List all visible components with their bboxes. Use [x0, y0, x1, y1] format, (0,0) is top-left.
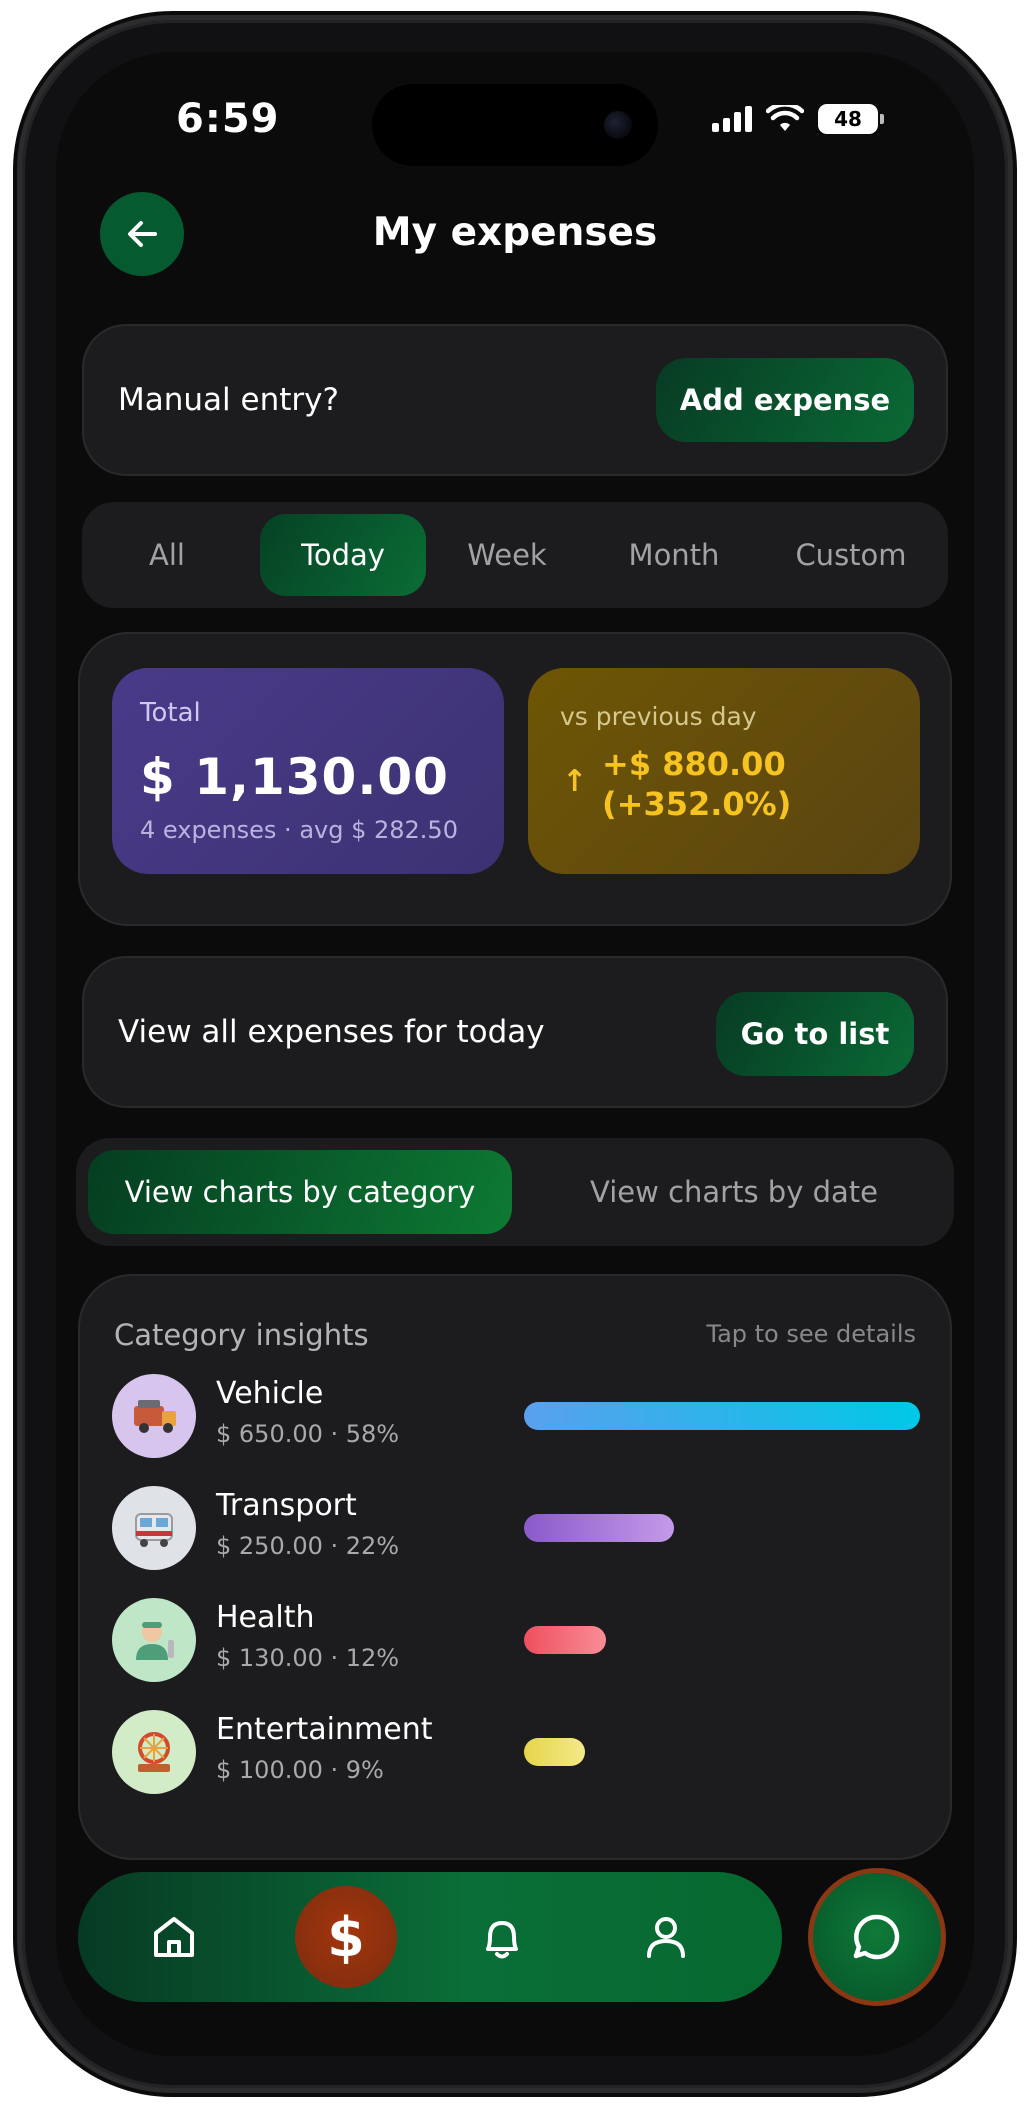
dollar-icon: $ [327, 1905, 365, 1969]
delta-percent: (+352.0%) [602, 785, 792, 823]
camera-icon [604, 111, 632, 139]
tab-charts-by-date[interactable]: View charts by date [524, 1150, 944, 1234]
signal-icon [712, 106, 752, 132]
total-value: $ 1,130.00 [140, 748, 449, 806]
status-icons: 48 [712, 104, 884, 134]
power-button [1007, 660, 1015, 900]
category-avatar [112, 1374, 196, 1458]
tab-charts-by-category[interactable]: View charts by category [88, 1150, 512, 1234]
user-icon [647, 1917, 685, 1958]
chat-button[interactable] [808, 1868, 946, 2006]
period-tab-today[interactable]: Today [260, 514, 426, 596]
wifi-icon [766, 105, 804, 131]
battery-icon: 48 [818, 104, 884, 134]
status-time: 6:59 [176, 96, 280, 142]
truck-icon [134, 1400, 176, 1433]
total-label: Total [140, 698, 201, 728]
period-tab-week[interactable]: Week [432, 514, 582, 596]
delta-value: +$ 880.00 (+352.0%) [602, 744, 791, 824]
total-meta: 4 expenses · avg $ 282.50 [140, 816, 458, 844]
category-avatar [112, 1486, 196, 1570]
category-amount: $ 130.00 · 12% [216, 1644, 400, 1672]
period-tab-custom[interactable]: Custom [764, 514, 938, 596]
period-selector: All Today Week Month Custom [82, 502, 948, 608]
nav-notifications[interactable] [462, 1897, 542, 1977]
category-row[interactable]: Health $ 130.00 · 12% [112, 1598, 920, 1684]
insights-hint[interactable]: Tap to see details [706, 1320, 916, 1348]
total-box: Total $ 1,130.00 4 expenses · avg $ 282.… [112, 668, 504, 874]
nav-home[interactable] [134, 1897, 214, 1977]
summary-card: Total $ 1,130.00 4 expenses · avg $ 282.… [78, 632, 952, 926]
arrow-up-icon: ↑ [562, 764, 588, 799]
chart-toggle: View charts by category View charts by d… [76, 1138, 954, 1246]
manual-entry-label: Manual entry? [118, 382, 339, 418]
bell-icon [486, 1921, 518, 1959]
nav-expenses[interactable]: $ [295, 1886, 397, 1988]
category-bar [524, 1626, 606, 1654]
doctor-icon [136, 1622, 174, 1660]
dynamic-island [372, 84, 658, 166]
category-bar [524, 1402, 920, 1430]
manual-entry-card: Manual entry? Add expense [82, 324, 948, 476]
view-all-label: View all expenses for today [118, 1014, 545, 1050]
category-avatar [112, 1710, 196, 1794]
category-row[interactable]: Vehicle $ 650.00 · 58% [112, 1374, 920, 1460]
category-avatar [112, 1598, 196, 1682]
category-amount: $ 250.00 · 22% [216, 1532, 400, 1560]
delta-label: vs previous day [560, 702, 757, 731]
category-bar [524, 1514, 674, 1542]
period-tab-month[interactable]: Month [594, 514, 754, 596]
category-name: Health [216, 1600, 315, 1635]
tram-icon [135, 1513, 173, 1547]
category-name: Entertainment [216, 1712, 433, 1747]
add-expense-button[interactable]: Add expense [656, 358, 914, 442]
category-name: Transport [216, 1488, 357, 1523]
category-name: Vehicle [216, 1376, 324, 1411]
category-amount: $ 650.00 · 58% [216, 1420, 400, 1448]
delta-box: vs previous day ↑ +$ 880.00 (+352.0%) [528, 668, 920, 874]
nav-profile[interactable] [626, 1897, 706, 1977]
insights-title: Category insights [114, 1318, 369, 1352]
category-insights-card: Category insights Tap to see details Veh… [78, 1274, 952, 1860]
chat-icon [853, 1914, 900, 1960]
category-row[interactable]: Transport $ 250.00 · 22% [112, 1486, 920, 1572]
category-amount: $ 100.00 · 9% [216, 1756, 384, 1784]
page-title: My expenses [372, 210, 658, 255]
go-to-list-button[interactable]: Go to list [716, 992, 914, 1076]
home-icon [154, 1917, 194, 1957]
category-bar [524, 1738, 585, 1766]
view-all-card: View all expenses for today Go to list [82, 956, 948, 1108]
period-tab-all[interactable]: All [102, 514, 232, 596]
bottom-nav: $ [78, 1872, 782, 2002]
delta-amount: +$ 880.00 [602, 745, 786, 783]
category-row[interactable]: Entertainment $ 100.00 · 9% [112, 1710, 920, 1796]
carousel-icon [138, 1732, 170, 1772]
